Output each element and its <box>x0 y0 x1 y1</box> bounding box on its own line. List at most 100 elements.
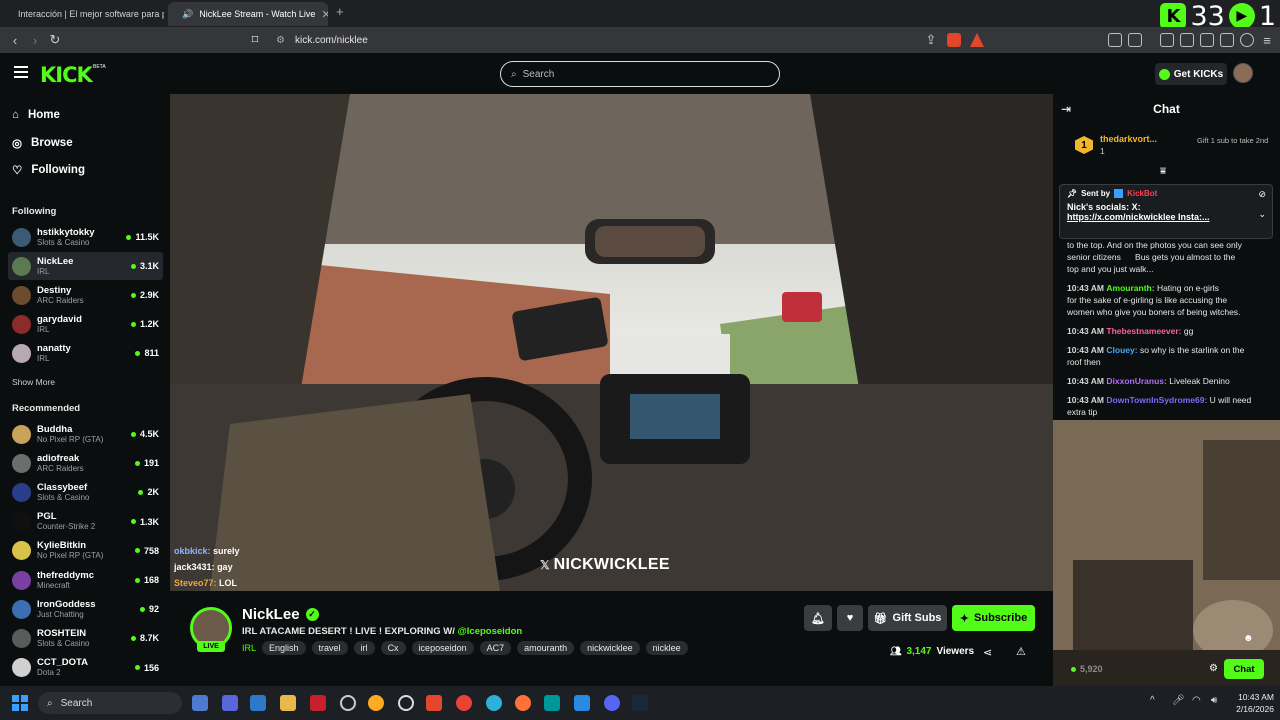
windows-start-icon[interactable] <box>12 695 28 711</box>
stream-tag[interactable]: Cx <box>380 641 406 655</box>
stream-tag[interactable]: travel <box>311 641 348 655</box>
notify-bell-button[interactable]: 🔔︎ <box>804 605 832 631</box>
sidebar-channel-hstikkytokky[interactable]: hstikkytokky Slots & Casino 11.5K <box>8 223 163 251</box>
pinned-text-2[interactable]: https://x.com/nickwicklee Insta:... <box>1067 212 1265 222</box>
sidebar-channel-cct_dota[interactable]: CCT_DOTA Dota 2 156 <box>8 654 163 682</box>
sidebar-channel-nanatty[interactable]: nanatty IRL 811 <box>8 339 163 367</box>
sidebar-icon[interactable] <box>1180 33 1194 47</box>
chat-username[interactable]: Clouey: <box>1106 345 1137 355</box>
app-icon[interactable] <box>222 695 238 711</box>
chat-send-button[interactable]: Chat <box>1224 659 1264 679</box>
sidebar-channel-pgl[interactable]: PGL Counter-Strike 2 1.3K <box>8 508 163 536</box>
chat-username[interactable]: DownTownInSydrome69: <box>1106 395 1207 405</box>
sidebar-channel-irongoddess[interactable]: IronGoddess Just Chatting 92 <box>8 595 163 623</box>
discord-icon[interactable] <box>604 695 620 711</box>
url-field[interactable]: ⚙ kick.com/nicklee <box>276 32 996 49</box>
chrome-icon[interactable] <box>456 695 472 711</box>
sidebar-item-home[interactable]: ⌂ Home <box>12 109 60 121</box>
vpn-icon[interactable] <box>1240 33 1254 47</box>
forward-icon[interactable]: › <box>26 31 44 49</box>
sidebar-item-browse[interactable]: ◎ Browse <box>12 136 73 150</box>
app-icon[interactable] <box>310 695 326 711</box>
chat-message: 10:43 AM DownTownInSydrome69: U will nee… <box>1067 394 1267 406</box>
chat-username[interactable]: DixxonUranus: <box>1106 376 1166 386</box>
arduino-icon[interactable] <box>544 695 560 711</box>
reload-icon[interactable]: ↻ <box>46 31 64 49</box>
stream-tag[interactable]: amouranth <box>517 641 575 655</box>
share-icon[interactable]: ⋖ <box>983 646 992 659</box>
tab-interaccion[interactable]: Interacción | El mejor software para p <box>4 2 164 26</box>
stream-tag[interactable]: nickwicklee <box>580 641 640 655</box>
bookmark-icon[interactable]: ⌑ <box>246 31 264 49</box>
app-icon[interactable] <box>340 695 356 711</box>
subscribe-button[interactable]: ✦ Subscribe <box>952 605 1035 631</box>
firefox-icon[interactable] <box>515 695 531 711</box>
taskbar-search[interactable]: ⌕ Search <box>38 692 182 714</box>
wallet-icon[interactable] <box>1128 33 1142 47</box>
sidebar-channel-buddha[interactable]: Buddha No Pixel RP (GTA) 4.5K <box>8 420 163 448</box>
extensions-icon[interactable] <box>1108 33 1122 47</box>
sidebar-channel-nicklee[interactable]: NickLee IRL 3.1K <box>8 252 163 280</box>
filter-icon[interactable]: ⩸ <box>1160 166 1166 177</box>
wifi-icon[interactable]: ◠ <box>1192 695 1201 706</box>
new-tab-icon[interactable]: + <box>336 4 344 19</box>
taskbar-clock[interactable]: 10:43 AM 2/16/2026 <box>1224 691 1274 715</box>
hide-pin-icon[interactable]: ⊘ <box>1258 189 1266 200</box>
user-avatar[interactable] <box>1233 63 1253 83</box>
gift-subs-button[interactable]: 🎁︎ Gift Subs <box>868 605 947 631</box>
stream-tag[interactable]: AC7 <box>479 641 512 655</box>
back-icon[interactable]: ‹ <box>6 31 24 49</box>
close-tab-icon[interactable]: ✕ <box>321 8 328 21</box>
streamer-name[interactable]: NickLee ✓ <box>242 606 319 623</box>
sidebar-channel-classybeef[interactable]: Classybeef Slots & Casino 2K <box>8 478 163 506</box>
steam-icon[interactable] <box>632 695 648 711</box>
stream-title-mention[interactable]: @Iceposeidon <box>458 626 523 637</box>
volume-icon[interactable]: 🔊︎ <box>1211 695 1217 706</box>
microphone-icon[interactable]: 🎤︎ <box>1172 695 1185 706</box>
gift-prompt[interactable]: Gift 1 sub to take 2nd <box>1185 136 1271 145</box>
tab-nicklee[interactable]: 🔊 NickLee Stream - Watch Live ✕ <box>168 2 328 26</box>
chevron-down-icon[interactable]: ⌄ <box>1258 209 1266 220</box>
sidebar-item-following[interactable]: ♡ Following <box>12 163 85 177</box>
sidebar-channel-roshtein[interactable]: ROSHTEIN Slots & Casino 8.7K <box>8 624 163 652</box>
edge-icon[interactable] <box>486 695 502 711</box>
show-more-link[interactable]: Show More <box>12 377 55 387</box>
file-explorer-icon[interactable] <box>280 695 296 711</box>
settings-gear-icon[interactable]: ⚙ <box>1209 663 1218 674</box>
search-input[interactable]: ⌕ Search <box>500 61 780 87</box>
chat-username[interactable]: Thebestnameever: <box>1106 326 1181 336</box>
sidebar-channel-garydavid[interactable]: garydavid IRL 1.2K <box>8 310 163 338</box>
github-icon[interactable] <box>398 695 414 711</box>
get-kicks-button[interactable]: Get KICKs <box>1155 63 1227 85</box>
brave-shield-icon[interactable] <box>947 33 961 47</box>
sidebar-channel-destiny[interactable]: Destiny ARC Raiders 2.9K <box>8 281 163 309</box>
brave-icon[interactable] <box>426 695 442 711</box>
vscode-icon[interactable] <box>574 695 590 711</box>
emoji-icon[interactable]: ☻ <box>1243 633 1254 644</box>
stream-tag[interactable]: nicklee <box>645 641 688 655</box>
stream-tag[interactable]: irl <box>353 641 375 655</box>
chrome-canary-icon[interactable] <box>368 695 384 711</box>
report-icon[interactable]: ⚠ <box>1016 645 1026 658</box>
wallet-card-icon[interactable] <box>1200 33 1214 47</box>
sidebar-channel-kyliebitkin[interactable]: KylieBitkin No Pixel RP (GTA) 758 <box>8 537 163 565</box>
video-player[interactable]: okbkick: surely jack3431: gay Steveo77: LO… <box>170 94 1053 591</box>
app-icon[interactable] <box>250 695 266 711</box>
share-icon[interactable]: ⇪ <box>922 31 940 49</box>
sidebar-channel-thefreddymc[interactable]: thefreddymc Minecraft 168 <box>8 566 163 594</box>
chevron-up-icon[interactable]: ^ <box>1150 695 1155 706</box>
kick-logo[interactable]: KICK <box>40 63 93 87</box>
chat-username[interactable]: Amouranth: <box>1106 283 1154 293</box>
chat-message: 10:43 AM Clouey: so why is the starlink … <box>1067 344 1267 356</box>
leo-icon[interactable] <box>1220 33 1234 47</box>
sidebar-channel-adiofreak[interactable]: adiofreak ARC Raiders 191 <box>8 449 163 477</box>
category-link[interactable]: IRL <box>242 641 256 655</box>
app-icon[interactable] <box>192 695 208 711</box>
stream-tag[interactable]: English <box>262 641 306 655</box>
gifter-name[interactable]: thedarkvort... <box>1100 134 1157 144</box>
follow-button[interactable]: ♥ <box>837 605 863 631</box>
media-icon[interactable] <box>1160 33 1174 47</box>
menu-icon[interactable]: ≡ <box>1258 31 1276 49</box>
hamburger-menu-icon[interactable] <box>14 66 28 78</box>
stream-tag[interactable]: iceposeidon <box>411 641 474 655</box>
